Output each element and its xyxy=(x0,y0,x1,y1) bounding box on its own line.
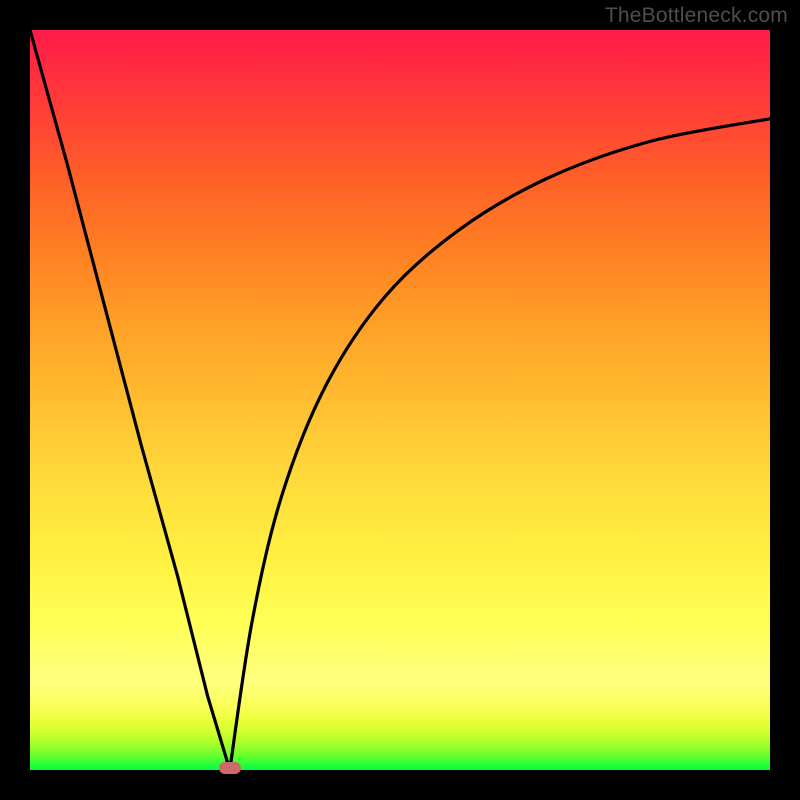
plot-area xyxy=(30,30,770,770)
bottleneck-curve xyxy=(30,30,770,770)
chart-frame: TheBottleneck.com xyxy=(0,0,800,800)
minimum-marker xyxy=(219,762,241,774)
watermark-text: TheBottleneck.com xyxy=(605,4,788,28)
